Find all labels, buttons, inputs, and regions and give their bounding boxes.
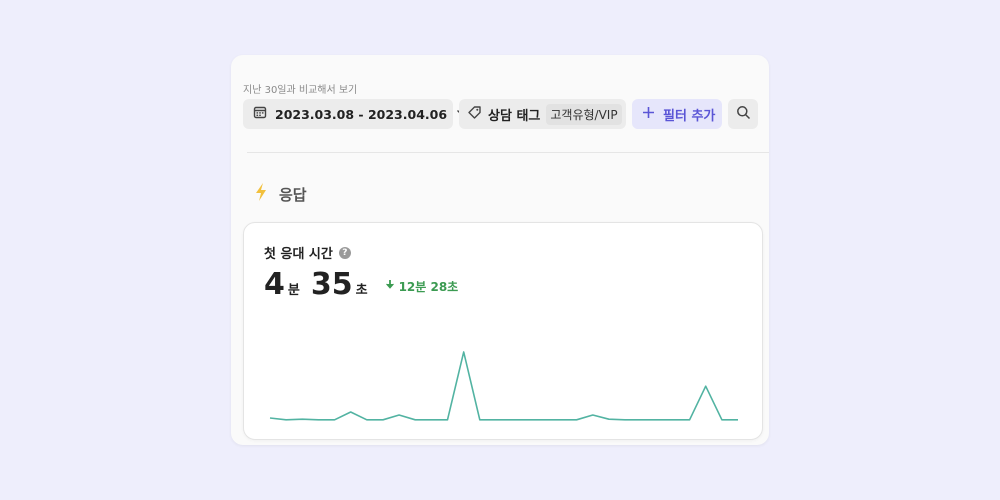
metric-title-text: 첫 응대 시간 — [264, 247, 333, 262]
add-filter-button[interactable]: 필터 추가 — [632, 99, 722, 129]
stats-panel: 지난 30일과 비교해서 보기 2023.03.08 - 2023.04.06 — [231, 55, 769, 445]
tag-filter-label: 상담 태그 — [488, 108, 541, 124]
help-icon[interactable]: ? — [338, 246, 351, 259]
search-icon — [736, 105, 751, 124]
tag-icon — [467, 105, 482, 124]
metric-seconds: 35 — [310, 267, 353, 302]
metric-delta-text: 12분 28초 — [398, 279, 459, 294]
metric-delta: 12분 28초 — [385, 278, 459, 295]
filter-bar: 2023.03.08 - 2023.04.06 상담 태그 고객유형/VIP 필… — [243, 99, 758, 129]
section-header-response: 응답 — [253, 182, 307, 206]
metric-seconds-unit: 초 — [355, 283, 368, 298]
date-range-picker[interactable]: 2023.03.08 - 2023.04.06 — [243, 99, 466, 129]
first-response-trend-chart — [269, 351, 738, 421]
calendar-icon — [253, 105, 267, 123]
arrow-down-icon — [385, 279, 395, 293]
divider — [247, 152, 769, 153]
trend-line — [269, 351, 738, 421]
metric-minutes: 4 — [264, 267, 285, 302]
search-button[interactable] — [728, 99, 758, 129]
section-title: 응답 — [279, 185, 307, 204]
compare-label: 지난 30일과 비교해서 보기 — [243, 85, 358, 96]
plus-icon — [642, 106, 655, 123]
metric-minutes-unit: 분 — [287, 283, 300, 298]
add-filter-label: 필터 추가 — [663, 108, 716, 124]
metric-title: 첫 응대 시간 ? — [264, 243, 351, 262]
metric-value: 4 분 35 초 12분 28초 — [264, 267, 458, 302]
consult-tag-filter[interactable]: 상담 태그 고객유형/VIP — [459, 99, 626, 129]
first-response-card: 첫 응대 시간 ? 4 분 35 초 12분 28초 — [243, 222, 763, 440]
lightning-icon — [253, 182, 269, 206]
date-range-label: 2023.03.08 - 2023.04.06 — [275, 106, 448, 122]
tag-filter-value: 고객유형/VIP — [546, 103, 622, 125]
